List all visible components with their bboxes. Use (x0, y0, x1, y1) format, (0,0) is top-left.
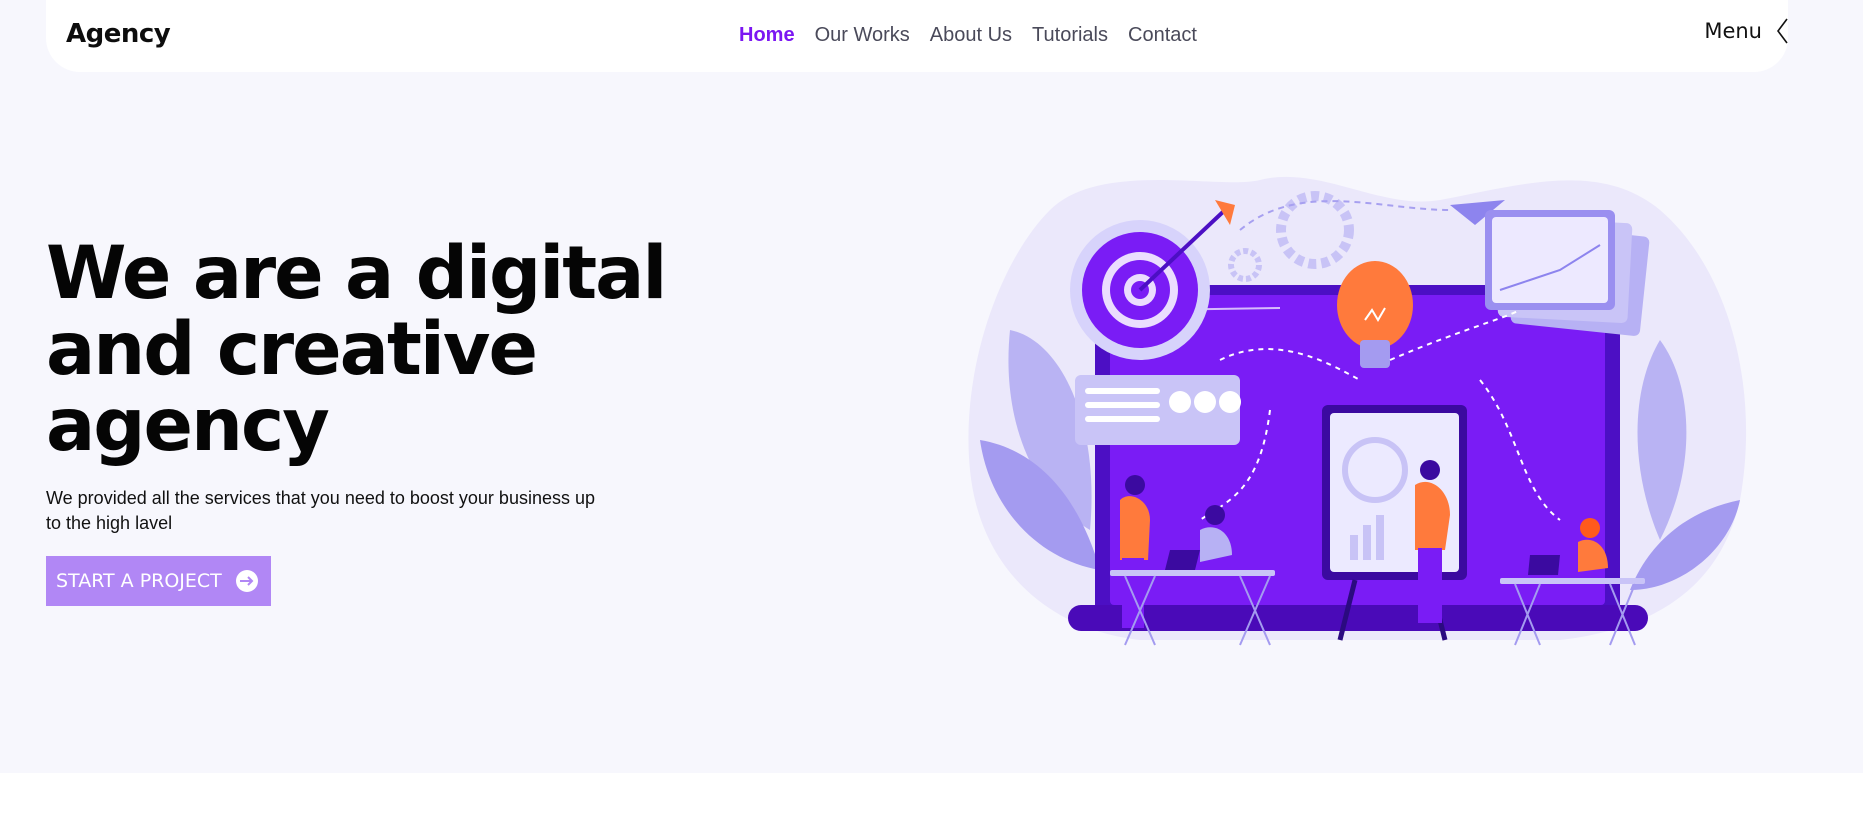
nav-link-about-us[interactable]: About Us (930, 24, 1012, 47)
nav-links: Home Our Works About Us Tutorials Contac… (739, 24, 1197, 47)
brand-logo[interactable]: Agency (66, 19, 171, 49)
chevron-left-icon (1777, 18, 1788, 44)
hero-title-line: and creative (46, 307, 538, 392)
nav-link-our-works[interactable]: Our Works (815, 24, 910, 47)
nav-link-tutorials[interactable]: Tutorials (1032, 24, 1108, 47)
menu-button[interactable]: Menu (1704, 18, 1788, 44)
hero-title-line: We are a digital (46, 231, 667, 316)
hero-title-line: agency (46, 383, 330, 468)
start-project-button[interactable]: START A PROJECT (46, 556, 271, 606)
hero-title: We are a digital and creative agency (46, 236, 696, 464)
start-project-label: START A PROJECT (56, 570, 222, 592)
nav-link-home[interactable]: Home (739, 24, 795, 47)
hero-illustration (968, 176, 1747, 646)
top-navbar: Agency Home Our Works About Us Tutorials… (46, 0, 1788, 72)
menu-label: Menu (1704, 19, 1762, 43)
nav-link-contact[interactable]: Contact (1128, 24, 1197, 47)
arrow-right-circle-icon (235, 570, 258, 592)
hero-subtitle: We provided all the services that you ne… (46, 488, 595, 533)
